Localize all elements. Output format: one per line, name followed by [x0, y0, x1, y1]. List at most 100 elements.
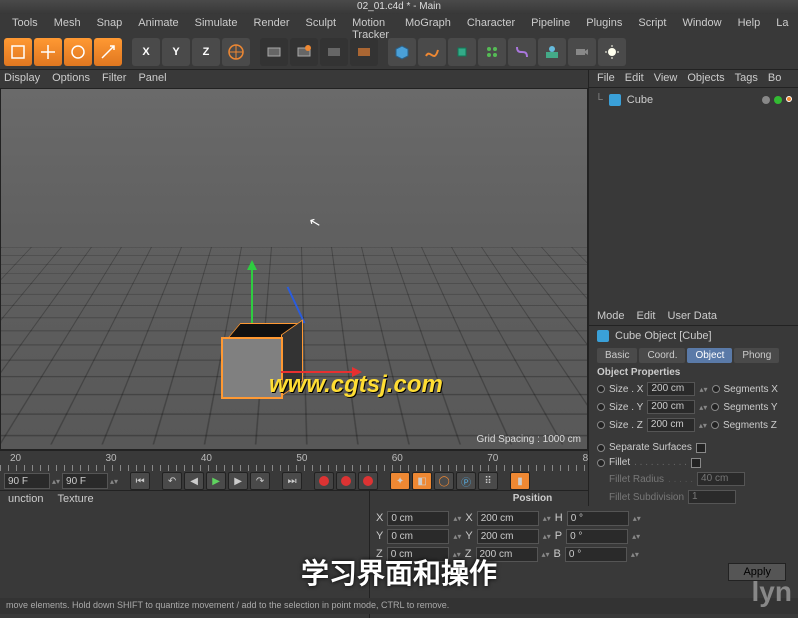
rot-b-field[interactable]: 0 °: [565, 547, 627, 562]
z-axis-icon[interactable]: Z: [192, 38, 220, 66]
pos-x-field[interactable]: 0 cm: [387, 511, 449, 526]
viewport[interactable]: www.cgtsj.com Grid Spacing : 1000 cm ↖: [0, 88, 588, 450]
menu-plugins[interactable]: Plugins: [578, 14, 630, 34]
frame-field[interactable]: 90 F: [4, 473, 50, 489]
size-y-attr[interactable]: 200 cm: [647, 400, 695, 414]
separate-surfaces-checkbox[interactable]: [696, 443, 706, 453]
tab-texture[interactable]: Texture: [57, 493, 93, 507]
radio-icon[interactable]: [597, 421, 605, 429]
render-settings-icon[interactable]: [320, 38, 348, 66]
opt2-icon[interactable]: ◧: [412, 472, 432, 490]
deformer-icon[interactable]: [508, 38, 536, 66]
tab-options[interactable]: Options: [52, 72, 90, 86]
opt4-icon[interactable]: Ⓟ: [456, 472, 476, 490]
render-region-icon[interactable]: [290, 38, 318, 66]
objmenu-file[interactable]: File: [597, 72, 615, 85]
menu-motion-tracker[interactable]: Motion Tracker: [344, 14, 397, 34]
tab-function[interactable]: unction: [8, 493, 43, 507]
menu-animate[interactable]: Animate: [130, 14, 186, 34]
objmenu-objects[interactable]: Objects: [687, 72, 724, 85]
play-icon[interactable]: ▶: [206, 472, 226, 490]
radio-icon[interactable]: [711, 421, 719, 429]
radio-icon[interactable]: [597, 385, 605, 393]
radio-icon[interactable]: [597, 444, 605, 452]
opt3-icon[interactable]: ◯: [434, 472, 454, 490]
nurbs-icon[interactable]: [448, 38, 476, 66]
menu-mograph[interactable]: MoGraph: [397, 14, 459, 34]
size-z-attr[interactable]: 200 cm: [647, 418, 695, 432]
pos-y-field[interactable]: 0 cm: [387, 529, 449, 544]
menu-help[interactable]: Help: [730, 14, 769, 34]
subtab-object[interactable]: Object: [687, 348, 732, 363]
tab-panel[interactable]: Panel: [138, 72, 166, 86]
key-icon[interactable]: [358, 472, 378, 490]
objmenu-bo[interactable]: Bo: [768, 72, 781, 85]
step-fwd-icon[interactable]: ↷: [250, 472, 270, 490]
menu-tools[interactable]: Tools: [4, 14, 46, 34]
radio-icon[interactable]: [597, 459, 605, 467]
object-row-cube[interactable]: └ Cube: [595, 94, 792, 106]
tab-display[interactable]: Display: [4, 72, 40, 86]
light-icon[interactable]: [598, 38, 626, 66]
menu-window[interactable]: Window: [674, 14, 729, 34]
x-axis-icon[interactable]: X: [132, 38, 160, 66]
goto-end-icon[interactable]: ⏭: [282, 472, 302, 490]
subtab-basic[interactable]: Basic: [597, 348, 637, 363]
object-name[interactable]: Cube: [627, 94, 653, 106]
menu-simulate[interactable]: Simulate: [187, 14, 246, 34]
radio-icon[interactable]: [597, 403, 605, 411]
world-icon[interactable]: [222, 38, 250, 66]
size-x-field[interactable]: 200 cm: [477, 511, 539, 526]
menu-snap[interactable]: Snap: [89, 14, 131, 34]
fillet-checkbox[interactable]: [691, 458, 701, 468]
render-icon[interactable]: [260, 38, 288, 66]
attr-tab-edit[interactable]: Edit: [637, 310, 656, 323]
array-icon[interactable]: [478, 38, 506, 66]
layer-dot-icon[interactable]: [762, 96, 770, 104]
y-axis-icon[interactable]: Y: [162, 38, 190, 66]
menu-pipeline[interactable]: Pipeline: [523, 14, 578, 34]
step-back-icon[interactable]: ↶: [162, 472, 182, 490]
subtab-coord[interactable]: Coord.: [639, 348, 685, 363]
goto-start-icon[interactable]: ⏮: [130, 472, 150, 490]
radio-icon[interactable]: [711, 403, 719, 411]
scale-icon[interactable]: [94, 38, 122, 66]
opt5-icon[interactable]: ⠿: [478, 472, 498, 490]
move-icon[interactable]: [34, 38, 62, 66]
cube-primitive-icon[interactable]: [388, 38, 416, 66]
objmenu-edit[interactable]: Edit: [625, 72, 644, 85]
fillet-sub-field: 1: [688, 490, 736, 504]
rot-p-field[interactable]: 0 °: [566, 529, 628, 544]
frame-end-field[interactable]: 90 F: [62, 473, 108, 489]
tab-filter[interactable]: Filter: [102, 72, 126, 86]
opt1-icon[interactable]: ✦: [390, 472, 410, 490]
autokey-icon[interactable]: [336, 472, 356, 490]
rot-h-field[interactable]: 0 °: [567, 511, 629, 526]
rotate-icon[interactable]: [64, 38, 92, 66]
objmenu-view[interactable]: View: [654, 72, 678, 85]
menu-sculpt[interactable]: Sculpt: [298, 14, 345, 34]
camera-icon[interactable]: [568, 38, 596, 66]
spline-icon[interactable]: [418, 38, 446, 66]
prev-frame-icon[interactable]: ◀: [184, 472, 204, 490]
render-dot-icon[interactable]: [786, 96, 792, 102]
visibility-dot-icon[interactable]: [774, 96, 782, 104]
radio-icon[interactable]: [712, 385, 720, 393]
attr-tab-userdata[interactable]: User Data: [668, 310, 718, 323]
menu-mesh[interactable]: Mesh: [46, 14, 89, 34]
menu-character[interactable]: Character: [459, 14, 523, 34]
menu-render[interactable]: Render: [245, 14, 297, 34]
menu-script[interactable]: Script: [630, 14, 674, 34]
next-frame-icon[interactable]: ▶: [228, 472, 248, 490]
subtab-phong[interactable]: Phong: [734, 348, 779, 363]
record-icon[interactable]: [314, 472, 334, 490]
attr-tab-mode[interactable]: Mode: [597, 310, 625, 323]
live-select-icon[interactable]: [4, 38, 32, 66]
environment-icon[interactable]: [538, 38, 566, 66]
size-y-field[interactable]: 200 cm: [477, 529, 539, 544]
size-x-attr[interactable]: 200 cm: [647, 382, 695, 396]
objmenu-tags[interactable]: Tags: [735, 72, 758, 85]
menu-la[interactable]: La: [768, 14, 796, 34]
opt6-icon[interactable]: ▮: [510, 472, 530, 490]
render-active-icon[interactable]: [350, 38, 378, 66]
